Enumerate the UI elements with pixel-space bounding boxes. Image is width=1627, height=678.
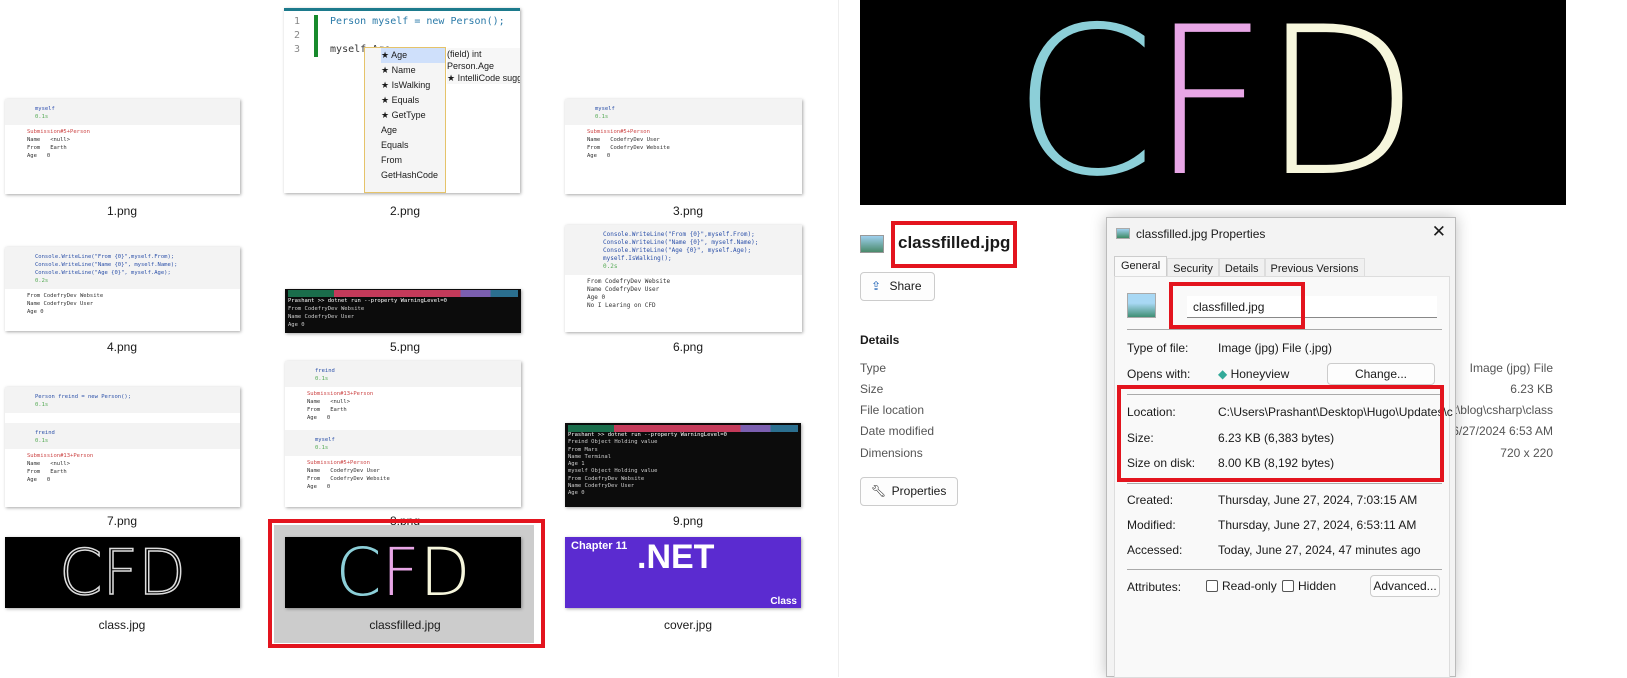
completion-item[interactable]: ★ Name bbox=[381, 63, 445, 78]
nb-title: myself bbox=[595, 106, 615, 112]
image-file-icon bbox=[1116, 228, 1130, 239]
image-file-icon bbox=[1127, 293, 1156, 318]
dialog-title: classfilled.jpg Properties bbox=[1136, 227, 1266, 241]
line-numbers: 123 bbox=[294, 16, 301, 55]
terminal-prompt: Prashant >> dotnet run --property Warnin… bbox=[288, 298, 447, 304]
image-preview: CFD bbox=[860, 0, 1566, 222]
completion-item[interactable]: GetHashCode bbox=[381, 168, 445, 183]
highlight-box bbox=[1169, 282, 1305, 329]
divider bbox=[1127, 329, 1442, 330]
thumbnail-6[interactable]: Console.WriteLine("From {0}",myself.From… bbox=[565, 225, 802, 332]
nb-time: 0.1s bbox=[595, 114, 609, 120]
detail-label: Date modified bbox=[860, 424, 935, 438]
field-name: Age bbox=[27, 153, 37, 159]
thumbnail-2[interactable]: 123 Person myself = new Person(); myself… bbox=[284, 8, 520, 193]
thumbnail-1[interactable]: myself 0.1s Submission#5+Person Name <nul… bbox=[5, 99, 240, 194]
thumbnail-8[interactable]: freind 0.1s Submission#13+Person Name <nu… bbox=[285, 361, 521, 507]
completion-item[interactable]: From bbox=[381, 153, 445, 168]
readonly-checkbox[interactable]: Read-only bbox=[1206, 579, 1277, 593]
nb-title: myself bbox=[35, 106, 55, 112]
completion-item[interactable]: Equals bbox=[381, 138, 445, 153]
thumbnail-label: 7.png bbox=[106, 514, 138, 528]
code-line: Person myself = new Person(); bbox=[330, 16, 505, 27]
terminal-output-line: Age 0 bbox=[288, 322, 305, 328]
thumbnail-label: 2.png bbox=[389, 204, 421, 218]
type-row: Type of file: Image (jpg) File (.jpg) bbox=[1127, 341, 1333, 355]
thumbnail-4[interactable]: Console.WriteLine("From {0}",myself.From… bbox=[5, 247, 240, 331]
detail-label: Size bbox=[860, 382, 884, 396]
thumbnail-3[interactable]: myself 0.1s Submission#5+Person Name Code… bbox=[565, 99, 802, 194]
thumbnail-label: class.jpg bbox=[98, 618, 146, 632]
completion-item[interactable]: ★ GetType bbox=[381, 108, 445, 123]
detail-value: t\blog\csharp\class bbox=[1453, 403, 1553, 417]
thumbnail-9[interactable]: Prashant >> dotnet run --property Warnin… bbox=[565, 423, 801, 507]
close-icon[interactable]: ✕ bbox=[1432, 222, 1446, 242]
details-heading: Details bbox=[860, 333, 900, 347]
completion-list[interactable]: ★ Age ★ Name ★ IsWalking ★ Equals ★ GetT… bbox=[364, 47, 446, 193]
share-button[interactable]: ⇪ Share bbox=[860, 272, 935, 301]
divider bbox=[1127, 569, 1442, 570]
image-file-icon bbox=[860, 235, 884, 253]
nb-type: Submission#5+Person bbox=[27, 129, 90, 135]
change-button[interactable]: Change... bbox=[1327, 363, 1435, 385]
field-value: 0 bbox=[46, 153, 51, 159]
properties-button[interactable]: 🔧︎ Properties bbox=[860, 477, 958, 506]
divider bbox=[1127, 483, 1442, 484]
thumbnail-label: 5.png bbox=[389, 340, 421, 354]
detail-label: File location bbox=[860, 403, 925, 417]
attributes-label: Attributes: bbox=[1127, 580, 1182, 594]
field-value: <null> bbox=[50, 137, 71, 143]
thumbnail-label: 4.png bbox=[106, 340, 138, 354]
thumbnail-5[interactable]: Prashant >> dotnet run --property Warnin… bbox=[285, 289, 521, 333]
field-name: Name bbox=[27, 137, 41, 143]
detail-value: 6/27/2024 6:53 AM bbox=[1452, 424, 1553, 438]
terminal-output-line: Name CodefryDev User bbox=[288, 314, 355, 320]
highlight-box bbox=[891, 221, 1017, 268]
honeyview-icon: ◆ bbox=[1218, 367, 1228, 381]
completion-item[interactable]: ★ IsWalking bbox=[381, 78, 445, 93]
thumbnail-label: cover.jpg bbox=[663, 618, 713, 632]
thumbnail-label: 9.png bbox=[672, 514, 704, 528]
thumbnail-cover-jpg[interactable]: Chapter 11 .NET Class bbox=[565, 537, 801, 608]
share-icon: ⇪ bbox=[871, 279, 882, 293]
completion-item[interactable]: Age bbox=[381, 123, 445, 138]
accessed-row: Accessed: Today, June 27, 2024, 47 minute… bbox=[1127, 543, 1421, 557]
thumbnail-label: 3.png bbox=[672, 204, 704, 218]
advanced-button[interactable]: Advanced... bbox=[1370, 575, 1440, 597]
highlight-box bbox=[1117, 385, 1444, 482]
thumbnail-label: 6.png bbox=[672, 340, 704, 354]
detail-value: 720 x 220 bbox=[1500, 446, 1553, 460]
wrench-icon: 🔧︎ bbox=[871, 484, 887, 498]
thumbnail-class-jpg[interactable]: CFD bbox=[5, 537, 240, 608]
thumbnail-label: 1.png bbox=[106, 204, 138, 218]
detail-label: Type bbox=[860, 361, 887, 375]
terminal-output-line: From CodefryDev Website bbox=[288, 306, 365, 312]
modified-row: Modified: Thursday, June 27, 2024, 6:53:1… bbox=[1127, 518, 1417, 532]
created-row: Created: Thursday, June 27, 2024, 7:03:15… bbox=[1127, 493, 1418, 507]
nb-type: Submission#5+Person bbox=[587, 129, 650, 135]
completion-item[interactable]: ★ Age bbox=[381, 48, 445, 63]
detail-label: Dimensions bbox=[860, 446, 923, 460]
detail-value: Image (jpg) File bbox=[1469, 361, 1553, 375]
nb-time: 0.1s bbox=[35, 114, 49, 120]
thumbnail-7[interactable]: Person freind = new Person(); 0.1s freind… bbox=[5, 387, 240, 507]
highlight-box bbox=[268, 519, 545, 648]
hidden-checkbox[interactable]: Hidden bbox=[1282, 579, 1336, 593]
completion-item[interactable]: ★ Equals bbox=[381, 93, 445, 108]
completion-tooltip: (field) int Person.Age ★ IntelliCode sugg bbox=[447, 48, 520, 84]
field-value: Earth bbox=[50, 145, 67, 151]
field-name: From bbox=[27, 145, 41, 151]
detail-value: 6.23 KB bbox=[1510, 382, 1553, 396]
